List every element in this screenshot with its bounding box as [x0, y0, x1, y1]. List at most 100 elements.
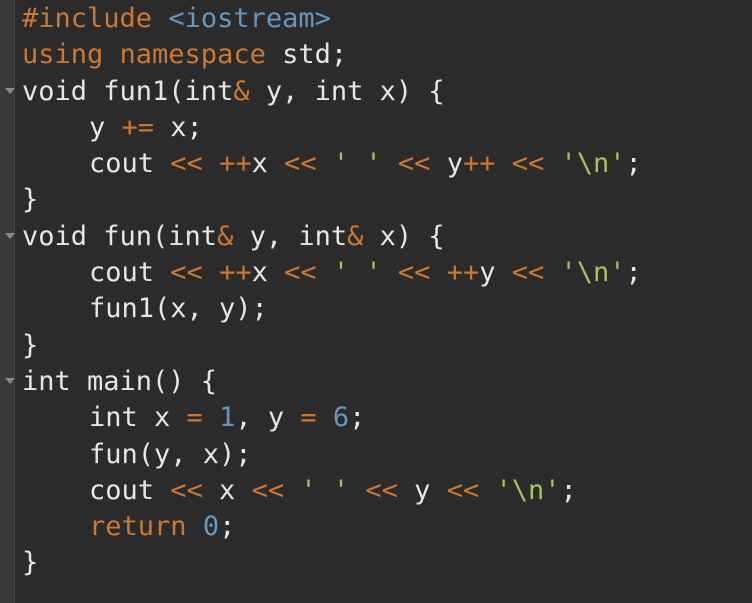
code-token: <<: [170, 474, 203, 506]
code-token: &: [233, 75, 250, 107]
code-line[interactable]: return 0;: [22, 509, 752, 545]
code-token: ;: [625, 257, 642, 289]
code-token: <<: [284, 148, 317, 180]
code-token: }: [22, 184, 39, 216]
code-token: <<: [397, 257, 431, 289]
fold-arrow-icon[interactable]: [5, 232, 15, 239]
code-token: y: [479, 257, 512, 289]
code-token: &: [347, 220, 364, 252]
code-token: <<: [365, 474, 398, 506]
code-token: ' ': [300, 474, 350, 506]
code-editor[interactable]: #include <iostream> using namespace std; v…: [0, 0, 752, 603]
fold-arrow-icon[interactable]: [5, 377, 15, 384]
code-token: <<: [397, 148, 431, 180]
code-token: #include: [22, 3, 153, 34]
code-line[interactable]: using namespace std;: [22, 37, 752, 73]
code-line[interactable]: #include <iostream>: [22, 1, 752, 37]
code-token: ++: [446, 257, 480, 289]
code-token: ++: [219, 148, 252, 180]
code-token: x;: [154, 111, 203, 143]
code-token: &: [217, 220, 234, 252]
code-line[interactable]: fun1(x, y);: [22, 291, 752, 327]
code-line[interactable]: void fun1(int& y, int x) {: [5, 74, 752, 110]
code-token: <<: [511, 148, 545, 180]
code-token: fun(y, x);: [89, 438, 252, 470]
code-token: '\n': [495, 474, 561, 506]
code-token: y: [89, 111, 122, 143]
code-line[interactable]: }: [22, 545, 752, 581]
code-token: <<: [170, 257, 203, 289]
code-token: ;: [349, 402, 366, 434]
code-token: 1: [219, 402, 236, 434]
code-token: cout: [89, 257, 171, 289]
code-token: ++: [219, 257, 252, 289]
code-token: cout: [89, 474, 171, 506]
code-line[interactable]: cout << ++x << ' ' << ++y << '\n';: [22, 255, 752, 291]
code-line[interactable]: }: [22, 182, 752, 218]
code-token: , y: [235, 402, 301, 434]
code-token: std;: [265, 39, 348, 71]
code-token: using namespace: [22, 39, 266, 71]
code-token: x: [202, 474, 252, 506]
code-area[interactable]: #include <iostream> using namespace std; v…: [5, 1, 752, 582]
code-token: y, int x) {: [249, 75, 445, 107]
fold-arrow-icon[interactable]: [5, 87, 15, 94]
code-line[interactable]: }: [22, 328, 752, 364]
code-token: ;: [219, 511, 236, 543]
code-line[interactable]: void fun(int& y, int& x) {: [5, 219, 752, 255]
code-token: y: [430, 148, 463, 180]
code-token: ' ': [332, 257, 382, 289]
code-token: cout: [89, 148, 171, 180]
code-token: 6: [332, 402, 350, 434]
code-token: 0: [202, 511, 220, 543]
code-token: ;: [625, 148, 642, 180]
code-line[interactable]: int main() {: [5, 364, 752, 400]
code-token: <iostream>: [168, 3, 331, 34]
code-token: x: [251, 257, 285, 289]
code-token: fun1(x, y);: [89, 293, 268, 325]
code-token: +=: [121, 111, 155, 143]
code-token: =: [300, 402, 317, 434]
code-line[interactable]: int x = 1, y = 6;: [22, 400, 752, 436]
code-line[interactable]: cout << x << ' ' << y << '\n';: [22, 473, 752, 509]
code-token: =: [186, 402, 203, 434]
code-token: x) {: [363, 220, 445, 252]
code-token: ;: [560, 474, 577, 506]
code-token: '\n': [560, 257, 626, 289]
code-token: return: [89, 511, 187, 543]
code-token: void fun1(int: [22, 75, 234, 107]
code-token: y, int: [233, 220, 348, 252]
code-token: x: [251, 148, 285, 180]
code-line[interactable]: cout << ++x << ' ' << y++ << '\n';: [22, 146, 752, 182]
code-token: ++: [462, 148, 496, 180]
code-token: '\n': [560, 148, 626, 180]
code-token: ' ': [332, 148, 382, 180]
code-line[interactable]: y += x;: [22, 110, 752, 146]
code-token: <<: [511, 257, 545, 289]
code-token: void fun(int: [22, 220, 218, 252]
code-token: int main() {: [22, 365, 218, 397]
code-line[interactable]: fun(y, x);: [22, 437, 752, 473]
code-token: }: [22, 547, 39, 579]
code-token: <<: [446, 474, 480, 506]
code-token: }: [22, 329, 39, 361]
code-token: <<: [284, 257, 317, 289]
code-token: <<: [170, 148, 203, 180]
